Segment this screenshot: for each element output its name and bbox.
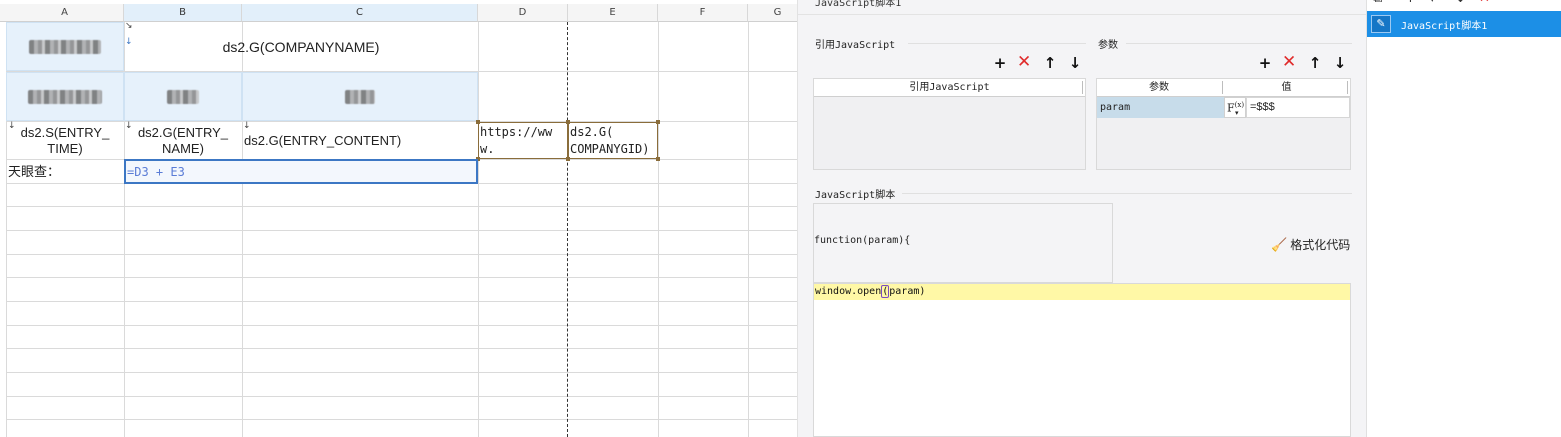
formula-text: =D3 + E3 (127, 164, 185, 179)
move-down-ref-js-button[interactable]: ↓ (1068, 56, 1082, 71)
selection-handle[interactable] (566, 120, 570, 124)
selection-handle[interactable] (656, 120, 660, 124)
selection-handle[interactable] (476, 120, 480, 124)
expand-down-icon: ↓ (125, 121, 133, 131)
copy-icon[interactable]: ⧉ (1373, 0, 1382, 6)
cell-text: ds2.G(COMPANYNAME) (222, 38, 380, 55)
broom-icon: 🧹 (1271, 238, 1288, 253)
redacted-text (29, 39, 101, 54)
cell-b4-selected[interactable]: =D3 + E3 (124, 159, 478, 184)
script-list-item-label: JavaScript脚本1 (1401, 20, 1488, 32)
redacted-text (167, 89, 199, 104)
delete-ref-js-button[interactable]: ✕ (1017, 54, 1031, 71)
delete-icon[interactable]: ✕ (1479, 0, 1490, 6)
column-separator (1222, 81, 1223, 94)
column-header-a[interactable]: A (6, 4, 124, 22)
column-line (478, 22, 479, 437)
column-header-c[interactable]: C (242, 4, 478, 22)
column-line (658, 22, 659, 437)
column-header-g[interactable]: G (748, 4, 797, 22)
column-header-d[interactable]: D (478, 4, 568, 22)
cell-b1[interactable]: ↓ ↘ ds2.G(COMPANYNAME) (124, 22, 478, 71)
page-break-line (567, 22, 568, 437)
javascript-settings-panel: JavaScript脚本1 引用JavaScript 参数 + ✕ ↑ ↓ + … (797, 0, 1366, 437)
cell-d3[interactable]: https://ww w. (478, 122, 568, 159)
cell-b2[interactable] (124, 72, 242, 121)
expand-marker-icon: ↘ (125, 21, 133, 31)
dropdown-arrow-icon: ▾ (1235, 109, 1239, 117)
move-up-param-button[interactable]: ↑ (1308, 56, 1322, 71)
expand-down-icon: ↓ (8, 121, 16, 131)
move-down-param-button[interactable]: ↓ (1333, 56, 1347, 71)
cell-a2[interactable] (6, 72, 124, 121)
redacted-text (345, 89, 375, 104)
cell-c3[interactable]: ↓ ds2.G(ENTRY_CONTENT) (242, 122, 478, 159)
fx-icon: F (1227, 101, 1235, 115)
redacted-text (28, 89, 102, 104)
cell-text: 天眼查： (8, 163, 61, 179)
column-line (748, 22, 749, 437)
cell-text: ds2.G(ENTRY_CONTENT) (244, 132, 402, 148)
cell-b3[interactable]: ↓ ds2.G(ENTRY_ NAME) (124, 122, 242, 159)
ref-js-table[interactable]: 引用JavaScript (813, 78, 1086, 170)
ref-js-label: 引用JavaScript (815, 40, 896, 51)
spreadsheet[interactable]: A B C D E F G ↓ ↘ ds2.G(COMPANYNAME) ↓ d… (0, 0, 797, 437)
param-name-column-header[interactable]: 参数 (1097, 79, 1221, 96)
column-header-e[interactable]: E (568, 4, 658, 22)
column-separator (1082, 81, 1083, 94)
section-divider (908, 43, 1086, 44)
cell-c2[interactable] (242, 72, 478, 121)
ref-js-column-header[interactable]: 引用JavaScript (814, 79, 1085, 97)
column-header-f[interactable]: F (658, 4, 748, 22)
expand-down-icon: ↓ (125, 37, 133, 47)
cell-a3[interactable]: ↓ ds2.S(ENTRY_ TIME) (6, 122, 124, 159)
section-divider (902, 193, 1352, 194)
edit-pen-icon: ✎ (1371, 15, 1391, 33)
function-signature: function(param){ (814, 235, 911, 246)
title-divider (798, 14, 1366, 15)
code-line-1: window.open(param) (815, 284, 925, 299)
cell-text: https://ww w. (480, 124, 553, 156)
function-signature-area: function(param){ (813, 203, 1113, 283)
param-name-cell[interactable]: param (1097, 97, 1224, 118)
format-code-label: 格式化代码 (1290, 238, 1351, 252)
column-separator (1347, 81, 1348, 94)
code-segment: param) (889, 286, 926, 297)
section-divider (1126, 43, 1352, 44)
cell-e3[interactable]: ds2.G( COMPANYGID) (568, 122, 658, 159)
add-ref-js-button[interactable]: + (993, 56, 1007, 71)
script-list-panel: ⧉ ↑ ▾ ⇣ ✕ ✎ JavaScript脚本1 (1366, 0, 1561, 437)
panel-title: JavaScript脚本1 (815, 0, 902, 9)
param-value-cell[interactable]: =$$$ (1246, 97, 1350, 118)
params-label: 参数 (1098, 40, 1118, 51)
script-list-item-selected[interactable]: ✎ JavaScript脚本1 (1367, 11, 1561, 37)
script-label: JavaScript脚本 (815, 190, 896, 201)
cell-text: ds2.G(ENTRY_ NAME) (137, 124, 229, 156)
params-table[interactable]: 参数 值 param F(x) ▾ =$$$ (1096, 78, 1351, 170)
move-up-ref-js-button[interactable]: ↑ (1043, 56, 1057, 71)
param-value-column-header[interactable]: 值 (1223, 79, 1350, 96)
cell-a1[interactable] (6, 22, 124, 71)
cell-text: ds2.G( COMPANYGID) (570, 124, 650, 156)
expand-down-icon: ↓ (243, 121, 251, 131)
selection-handle[interactable] (656, 157, 660, 161)
code-segment: window.open (815, 286, 882, 297)
cell-a4[interactable]: 天眼查： (6, 160, 124, 183)
code-editor[interactable]: window.open(param) (813, 283, 1351, 437)
format-code-button[interactable]: 🧹 格式化代码 (1271, 236, 1350, 253)
add-param-button[interactable]: + (1258, 56, 1272, 71)
column-header-b[interactable]: B (124, 4, 242, 22)
formula-button[interactable]: F(x) ▾ (1224, 97, 1246, 118)
cell-text: ds2.S(ENTRY_ TIME) (20, 124, 110, 156)
selection-handle[interactable] (566, 157, 570, 161)
fx-icon-superscript: (x) (1234, 101, 1245, 109)
delete-param-button[interactable]: ✕ (1282, 54, 1296, 71)
sort-icon[interactable]: ⇣ (1455, 0, 1466, 6)
move-down-icon[interactable]: ▾ (1429, 0, 1436, 6)
params-table-header: 参数 值 (1097, 79, 1350, 97)
move-up-icon[interactable]: ↑ (1405, 0, 1416, 6)
